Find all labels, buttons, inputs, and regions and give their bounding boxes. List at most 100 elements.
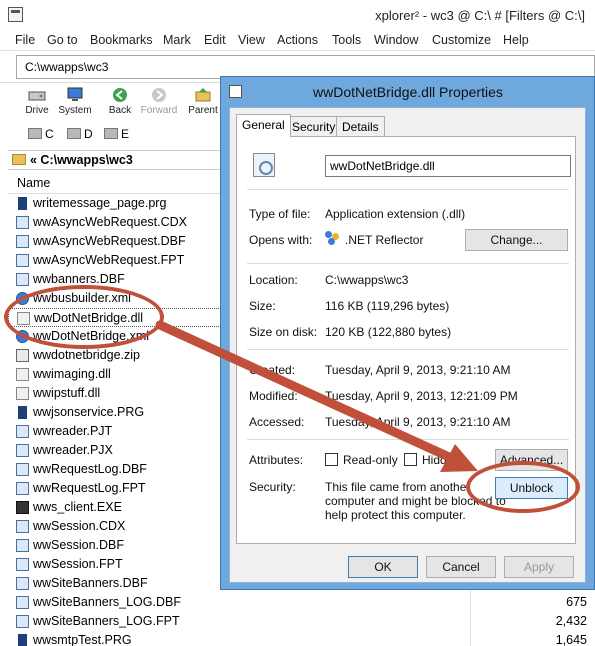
accessed-label: Accessed: xyxy=(249,415,305,429)
data-file-icon xyxy=(16,425,29,438)
location-value: C:\wwapps\wc3 xyxy=(325,273,409,287)
divider xyxy=(247,439,569,440)
address-text: C:\wwapps\wc3 xyxy=(25,60,109,74)
forward-button[interactable]: Forward xyxy=(139,85,179,121)
app-icon[interactable] xyxy=(8,7,23,22)
accessed-value: Tuesday, April 9, 2013, 9:21:10 AM xyxy=(325,415,511,429)
parent-label: Parent xyxy=(188,105,218,116)
menu-view[interactable]: View xyxy=(238,33,265,47)
ok-button[interactable]: OK xyxy=(348,556,418,578)
highlight-ellipse-file xyxy=(4,285,164,349)
prg-file-icon xyxy=(18,634,27,646)
drive-d[interactable]: D xyxy=(67,127,93,141)
file-name: wwSession.FPT xyxy=(33,557,123,571)
opens-with-value: .NET Reflector xyxy=(345,233,424,247)
divider xyxy=(247,263,569,264)
file-size: 1,645 xyxy=(555,633,587,646)
reflector-icon xyxy=(325,231,339,245)
cancel-button[interactable]: Cancel xyxy=(426,556,496,578)
file-size: 2,432 xyxy=(555,614,587,628)
dll-file-icon xyxy=(16,368,29,381)
location-label: Location: xyxy=(249,273,298,287)
exe-file-icon xyxy=(16,501,29,514)
file-row[interactable]: wwSiteBanners_LOG.DBF 675 xyxy=(8,593,595,612)
menu-help[interactable]: Help xyxy=(503,33,529,47)
file-name: wwSiteBanners_LOG.DBF xyxy=(33,595,181,609)
drive-c[interactable]: C xyxy=(28,127,54,141)
file-row[interactable]: wwsmtpTest.PRG 1,645 xyxy=(8,631,595,646)
back-button[interactable]: Back xyxy=(100,85,140,121)
data-file-icon xyxy=(16,577,29,590)
hard-drive-icon xyxy=(67,128,81,139)
size-on-disk-label: Size on disk: xyxy=(249,325,318,339)
file-name: wwAsyncWebRequest.DBF xyxy=(33,234,186,248)
file-name: wwdotnetbridge.zip xyxy=(33,348,141,362)
type-value: Application extension (.dll) xyxy=(325,207,466,221)
change-button[interactable]: Change... xyxy=(465,229,568,251)
path-text: « C:\wwapps\wc3 xyxy=(30,153,133,167)
dll-file-icon xyxy=(16,387,29,400)
size-value: 116 KB (119,296 bytes) xyxy=(325,299,450,313)
menu-customize[interactable]: Customize xyxy=(432,33,491,47)
dialog-icon xyxy=(229,85,242,98)
file-name: wwSession.CDX xyxy=(33,519,126,533)
type-label: Type of file: xyxy=(249,207,311,221)
system-button[interactable]: System xyxy=(55,85,95,121)
filename-field[interactable]: wwDotNetBridge.dll xyxy=(325,155,571,177)
column-divider xyxy=(470,590,471,646)
menu-actions[interactable]: Actions xyxy=(277,33,318,47)
file-name: writemessage_page.prg xyxy=(33,196,167,210)
apply-button[interactable]: Apply xyxy=(504,556,574,578)
parent-button[interactable]: Parent xyxy=(183,85,223,121)
file-name: wwipstuff.dll xyxy=(33,386,101,400)
forward-icon xyxy=(152,88,166,102)
menu-bookmarks[interactable]: Bookmarks xyxy=(90,33,153,47)
file-name: wwSession.DBF xyxy=(33,538,124,552)
menu-window[interactable]: Window xyxy=(374,33,418,47)
created-label: Created: xyxy=(249,363,296,377)
modified-label: Modified: xyxy=(249,389,298,403)
file-name: wwimaging.dll xyxy=(33,367,111,381)
modified-value: Tuesday, April 9, 2013, 12:21:09 PM xyxy=(325,389,518,403)
tab-details[interactable]: Details xyxy=(336,116,385,136)
menu-goto[interactable]: Go to xyxy=(47,33,78,47)
tab-security[interactable]: Security xyxy=(286,116,342,136)
drive-e[interactable]: E xyxy=(104,127,129,141)
column-header-name[interactable]: Name xyxy=(8,172,220,194)
readonly-checkbox[interactable] xyxy=(325,453,338,466)
window-title: xplorer² - wc3 @ C:\ # [Filters @ C:\] xyxy=(375,8,585,23)
breadcrumb[interactable]: « C:\wwapps\wc3 xyxy=(8,150,220,170)
properties-dialog: wwDotNetBridge.dll Properties General Se… xyxy=(220,76,595,590)
drive-icon xyxy=(28,91,46,101)
created-value: Tuesday, April 9, 2013, 9:21:10 AM xyxy=(325,363,511,377)
dialog-title-bar[interactable]: wwDotNetBridge.dll Properties xyxy=(221,77,594,107)
data-file-icon xyxy=(16,520,29,533)
file-name: wwreader.PJT xyxy=(33,424,113,438)
security-label: Security: xyxy=(249,480,296,494)
dialog-title: wwDotNetBridge.dll Properties xyxy=(313,84,503,100)
file-name: wwRequestLog.DBF xyxy=(33,462,147,476)
file-name: wwSiteBanners_LOG.FPT xyxy=(33,614,180,628)
tab-general[interactable]: General xyxy=(236,114,291,137)
forward-label: Forward xyxy=(140,105,178,116)
divider xyxy=(247,189,569,190)
data-file-icon xyxy=(16,254,29,267)
hidden-checkbox[interactable] xyxy=(404,453,417,466)
toolbar: Drive System Back Forward Parent xyxy=(0,82,220,122)
file-name: wwRequestLog.FPT xyxy=(33,481,146,495)
data-file-icon xyxy=(16,596,29,609)
file-name: wwSiteBanners.DBF xyxy=(33,576,148,590)
file-row[interactable]: wwSiteBanners_LOG.FPT 2,432 xyxy=(8,612,595,631)
file-name: wwAsyncWebRequest.CDX xyxy=(33,215,187,229)
prg-file-icon xyxy=(18,197,27,210)
menu-tools[interactable]: Tools xyxy=(332,33,361,47)
drive-button[interactable]: Drive xyxy=(17,85,57,121)
readonly-label: Read-only xyxy=(343,453,398,467)
menu-mark[interactable]: Mark xyxy=(163,33,191,47)
data-file-icon xyxy=(16,235,29,248)
menu-file[interactable]: File xyxy=(15,33,35,47)
zip-file-icon xyxy=(16,349,29,362)
data-file-icon xyxy=(16,615,29,628)
data-file-icon xyxy=(16,216,29,229)
menu-edit[interactable]: Edit xyxy=(204,33,226,47)
